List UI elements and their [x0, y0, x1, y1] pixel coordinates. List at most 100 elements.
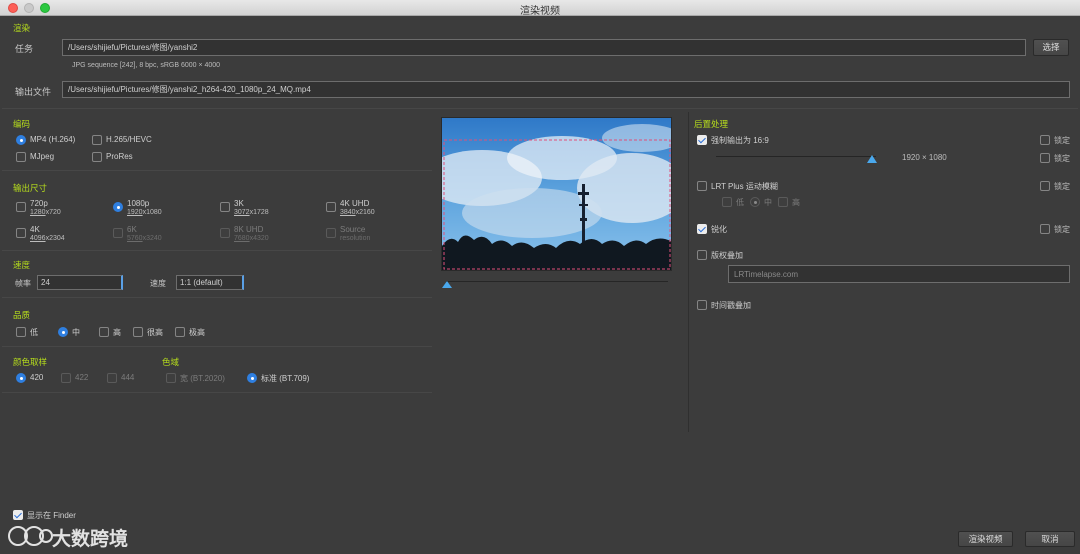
size-1080p-radio[interactable]: [113, 202, 123, 212]
codec-h265-label: H.265/HEVC: [106, 135, 152, 144]
timeline-slider-track[interactable]: [446, 281, 668, 282]
output-file-label: 输出文件: [15, 87, 52, 97]
size-720p-label: 720p 1280x720: [30, 199, 61, 216]
codec-mp4-label: MP4 (H.264): [30, 135, 76, 144]
quality-low-label: 低: [30, 328, 38, 337]
sharpen-checkbox[interactable]: [697, 224, 707, 234]
lrt-motion-checkbox[interactable]: [697, 181, 707, 191]
chroma-422-checkbox: [61, 373, 71, 383]
size-8k-uhd-checkbox: [220, 228, 230, 238]
gamut-section-title: 色域: [162, 357, 180, 367]
size-4k-label: 4K 4096x2304: [30, 225, 65, 242]
quality-very-high-checkbox[interactable]: [133, 327, 143, 337]
size-720p-checkbox[interactable]: [16, 202, 26, 212]
post-section-title: 后置处理: [694, 119, 729, 129]
quality-very-high-label: 很高: [147, 328, 163, 337]
size-source-checkbox: [326, 228, 336, 238]
watermark-mark-icon: [8, 526, 53, 546]
timeline-slider-handle[interactable]: [442, 281, 452, 288]
divider: [2, 297, 432, 298]
lrt-motion-lock-checkbox[interactable]: [1040, 181, 1050, 191]
size-4k-uhd-label: 4K UHD 3840x2160: [340, 199, 375, 216]
size-1080p-label: 1080p 1920x1080: [127, 199, 162, 216]
divider: [2, 108, 1078, 109]
cancel-button[interactable]: 取消: [1025, 531, 1075, 547]
resolution-lock-checkbox[interactable]: [1040, 153, 1050, 163]
speed-select[interactable]: 1:1 (default): [176, 275, 244, 290]
gamut-standard-radio[interactable]: [247, 373, 257, 383]
chroma-420-label: 420: [30, 373, 44, 382]
size-8k-uhd-label: 8K UHD 7680x4320: [234, 225, 269, 242]
divider: [2, 170, 432, 171]
task-label: 任务: [15, 44, 34, 54]
task-path-field[interactable]: /Users/shijiefu/Pictures/修图/yanshi2: [62, 39, 1026, 56]
output-file-field[interactable]: /Users/shijiefu/Pictures/修图/yanshi2_h264…: [62, 81, 1070, 98]
copyright-text-field[interactable]: LRTimelapse.com: [728, 265, 1070, 283]
sharpen-lock-checkbox[interactable]: [1040, 224, 1050, 234]
quality-ultra-label: 极高: [189, 328, 205, 337]
chroma-444-label: 444: [121, 373, 135, 382]
divider: [688, 112, 689, 432]
render-section-title: 渲染: [13, 23, 31, 33]
chroma-444-checkbox: [107, 373, 117, 383]
watermark-logo: 大数跨境: [8, 522, 148, 550]
window-title: 渲染视频: [520, 6, 560, 17]
force-169-lock-checkbox[interactable]: [1040, 135, 1050, 145]
lock-label: 锁定: [1054, 136, 1070, 145]
fps-input[interactable]: 24: [37, 275, 123, 290]
codec-mjpeg-label: MJpeg: [30, 152, 55, 161]
speed-section-title: 速度: [13, 260, 31, 270]
size-6k-checkbox: [113, 228, 123, 238]
output-size-section-title: 输出尺寸: [13, 183, 48, 193]
gamut-wide-checkbox: [166, 373, 176, 383]
lrt-motion-label: LRT Plus 运动模糊: [711, 182, 778, 191]
codec-prores-checkbox[interactable]: [92, 152, 102, 162]
sequence-info: JPG sequence [242], 8 bpc, sRGB 6000 × 4…: [72, 62, 221, 69]
quality-section-title: 品质: [13, 310, 31, 320]
sharpen-label: 锐化: [711, 225, 727, 234]
title-bar: 渲染视频: [0, 0, 1080, 17]
lock-label: 锁定: [1054, 154, 1070, 163]
size-source-label: Source resolution: [340, 225, 371, 242]
choose-button[interactable]: 选择: [1033, 39, 1069, 56]
copyright-label: 版权叠加: [711, 251, 743, 260]
gamut-standard-label: 标准 (BT.709): [261, 374, 310, 383]
resolution-readout: 1920 × 1080: [902, 153, 947, 162]
size-4k-uhd-checkbox[interactable]: [326, 202, 336, 212]
quality-medium-radio[interactable]: [58, 327, 68, 337]
codec-section-title: 编码: [13, 119, 31, 129]
size-3k-label: 3K 3072x1728: [234, 199, 269, 216]
quality-ultra-checkbox[interactable]: [175, 327, 185, 337]
codec-prores-label: ProRes: [106, 152, 133, 161]
resolution-slider-handle[interactable]: [867, 155, 877, 163]
motion-low-label: 低: [736, 198, 744, 207]
gamut-wide-label: 宽 (BT.2020): [180, 374, 225, 383]
codec-mp4-radio[interactable]: [16, 135, 26, 145]
motion-high-label: 高: [792, 198, 800, 207]
divider: [2, 250, 432, 251]
chroma-420-radio[interactable]: [16, 373, 26, 383]
quality-low-checkbox[interactable]: [16, 327, 26, 337]
codec-h265-checkbox[interactable]: [92, 135, 102, 145]
chroma-422-label: 422: [75, 373, 89, 382]
motion-high-checkbox: [778, 197, 788, 207]
size-3k-checkbox[interactable]: [220, 202, 230, 212]
codec-mjpeg-checkbox[interactable]: [16, 152, 26, 162]
motion-low-checkbox: [722, 197, 732, 207]
timestamp-checkbox[interactable]: [697, 300, 707, 310]
quality-high-checkbox[interactable]: [99, 327, 109, 337]
show-in-finder-checkbox[interactable]: [13, 510, 23, 520]
copyright-checkbox[interactable]: [697, 250, 707, 260]
force-169-checkbox[interactable]: [697, 135, 707, 145]
divider: [2, 392, 432, 393]
quality-medium-label: 中: [72, 328, 80, 337]
size-4k-checkbox[interactable]: [16, 228, 26, 238]
chroma-section-title: 颜色取样: [13, 357, 48, 367]
render-video-button[interactable]: 渲染视频: [958, 531, 1013, 547]
divider: [2, 346, 432, 347]
lock-label: 锁定: [1054, 225, 1070, 234]
preview-image: [441, 117, 672, 271]
resolution-slider-track[interactable]: [716, 156, 876, 157]
motion-medium-radio: [750, 197, 760, 207]
show-in-finder-label: 显示在 Finder: [27, 511, 76, 520]
